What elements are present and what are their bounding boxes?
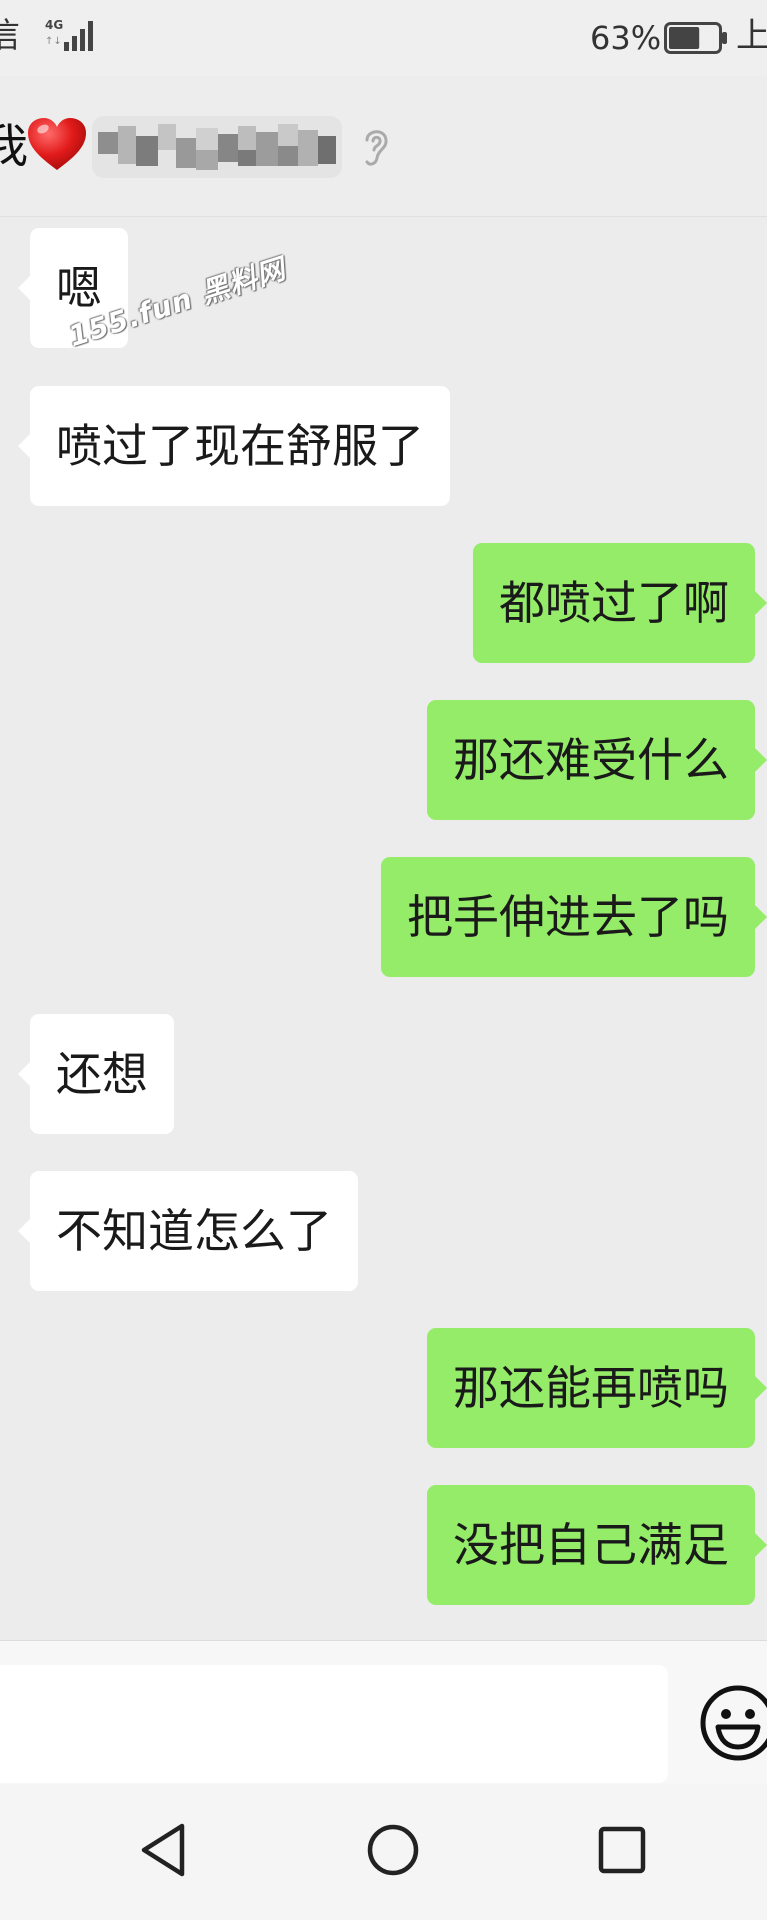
system-navigation-bar: [0, 1784, 767, 1920]
outgoing-message-bubble[interactable]: 那还能再喷吗: [427, 1328, 767, 1448]
chat-header: 我: [0, 76, 767, 217]
emoji-icon[interactable]: [698, 1683, 767, 1763]
outgoing-message-bubble[interactable]: 都喷过了啊: [473, 543, 767, 663]
data-activity-icon: ↑↓: [45, 36, 62, 47]
contact-name-blurred: [92, 116, 342, 178]
recents-icon[interactable]: [592, 1820, 652, 1880]
status-bar: 信 4G ↑↓ 63% 上: [0, 0, 767, 76]
carrier-name: 信: [0, 16, 20, 56]
outgoing-message-bubble[interactable]: 把手伸进去了吗: [381, 857, 767, 977]
message-input[interactable]: [0, 1665, 668, 1783]
battery-icon: [664, 22, 727, 54]
signal-icon: [64, 21, 93, 51]
network-type: 4G: [45, 18, 64, 32]
heart-emoji-icon: [28, 118, 86, 170]
outgoing-message-bubble[interactable]: 那还难受什么: [427, 700, 767, 820]
home-icon[interactable]: [363, 1820, 423, 1880]
wechat-chat-screen: 信 4G ↑↓ 63% 上 我 嗯 喷过了现在舒服了 都喷过了啊 那还难受什么 …: [0, 0, 767, 1920]
incoming-message-bubble[interactable]: 还想: [18, 1014, 174, 1134]
battery-percent: 63%: [590, 19, 662, 57]
message-list[interactable]: 嗯 喷过了现在舒服了 都喷过了啊 那还难受什么 把手伸进去了吗 还想 不知道怎么…: [0, 217, 767, 1639]
back-icon[interactable]: [134, 1820, 194, 1880]
outgoing-message-bubble[interactable]: 没把自己满足: [427, 1485, 767, 1605]
ear-icon: [365, 130, 388, 166]
clock: 上: [736, 16, 767, 56]
incoming-message-bubble[interactable]: 不知道怎么了: [18, 1171, 358, 1291]
incoming-message-bubble[interactable]: 喷过了现在舒服了: [18, 386, 450, 506]
chat-title[interactable]: 我: [0, 114, 28, 178]
chat-input-bar: [0, 1640, 767, 1785]
